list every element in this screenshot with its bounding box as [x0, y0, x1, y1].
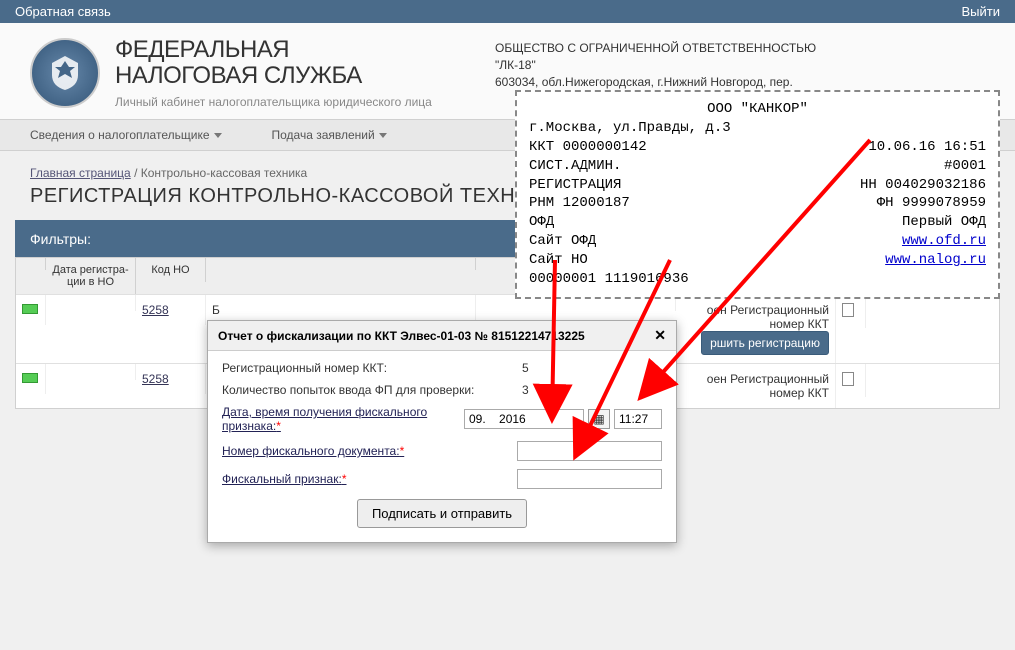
document-icon[interactable] [842, 303, 854, 317]
breadcrumb-home[interactable]: Главная страница [30, 166, 131, 180]
fiscalization-modal: Отчет о фискализации по ККТ Элвес-01-03 … [207, 320, 677, 543]
reg-num-value: 5 [522, 361, 662, 375]
date-label: Дата, время получения фискального призна… [222, 405, 464, 433]
header-title-2: НАЛОГОВАЯ СЛУЖБА [115, 62, 432, 90]
ofd-site-link[interactable]: www.ofd.ru [902, 232, 986, 251]
reg-num-label: Регистрационный номер ККТ: [222, 361, 522, 375]
chevron-down-icon [379, 133, 387, 138]
fiscal-time-input[interactable] [614, 409, 662, 429]
logout-link[interactable]: Выйти [962, 4, 1001, 19]
code-link[interactable]: 5258 [142, 372, 169, 386]
receipt-address: г.Москва, ул.Правды, д.3 [529, 119, 986, 138]
attempts-label: Количество попыток ввода ФП для проверки… [222, 383, 522, 397]
status-mark [22, 304, 38, 314]
org-info: ОБЩЕСТВО С ОГРАНИЧЕННОЙ ОТВЕТСТВЕННОСТЬЮ… [495, 40, 816, 90]
attempts-value: 3 [522, 383, 662, 397]
close-icon[interactable]: ✕ [654, 327, 666, 344]
header-title-1: ФЕДЕРАЛЬНАЯ [115, 38, 432, 62]
receipt-company: ООО "КАНКОР" [529, 100, 986, 119]
doc-num-label: Номер фискального документа:* [222, 444, 517, 458]
nalog-site-link[interactable]: www.nalog.ru [885, 251, 986, 270]
fiscal-sign-input[interactable] [517, 469, 662, 489]
header-subtitle: Личный кабинет налогоплательщика юридиче… [115, 95, 432, 109]
fiscal-date-input[interactable] [464, 409, 584, 429]
sign-and-send-button[interactable]: Подписать и отправить [357, 499, 527, 528]
finish-registration-button[interactable]: ршить регистрацию [701, 331, 829, 355]
code-link[interactable]: 5258 [142, 303, 169, 317]
fiscal-doc-input[interactable] [517, 441, 662, 461]
document-icon[interactable] [842, 372, 854, 386]
nav-taxpayer-info[interactable]: Сведения о налогоплательщике [30, 128, 222, 142]
receipt-footer: 00000001 1119016936 [529, 270, 986, 289]
col-code: Код НО [136, 258, 206, 282]
chevron-down-icon [214, 133, 222, 138]
status-mark [22, 373, 38, 383]
nav-submit[interactable]: Подача заявлений [272, 128, 387, 142]
modal-title: Отчет о фискализации по ККТ Элвес-01-03 … [218, 329, 585, 343]
feedback-link[interactable]: Обратная связь [15, 4, 111, 19]
fp-label: Фискальный признак:* [222, 472, 517, 486]
breadcrumb-current: Контрольно-кассовая техника [141, 166, 307, 180]
calendar-icon[interactable]: ▦ [588, 409, 610, 429]
col-date: Дата регистра-ции в НО [46, 258, 136, 294]
fns-logo [30, 38, 100, 108]
receipt-overlay: ООО "КАНКОР" г.Москва, ул.Правды, д.3 КК… [515, 90, 1000, 299]
